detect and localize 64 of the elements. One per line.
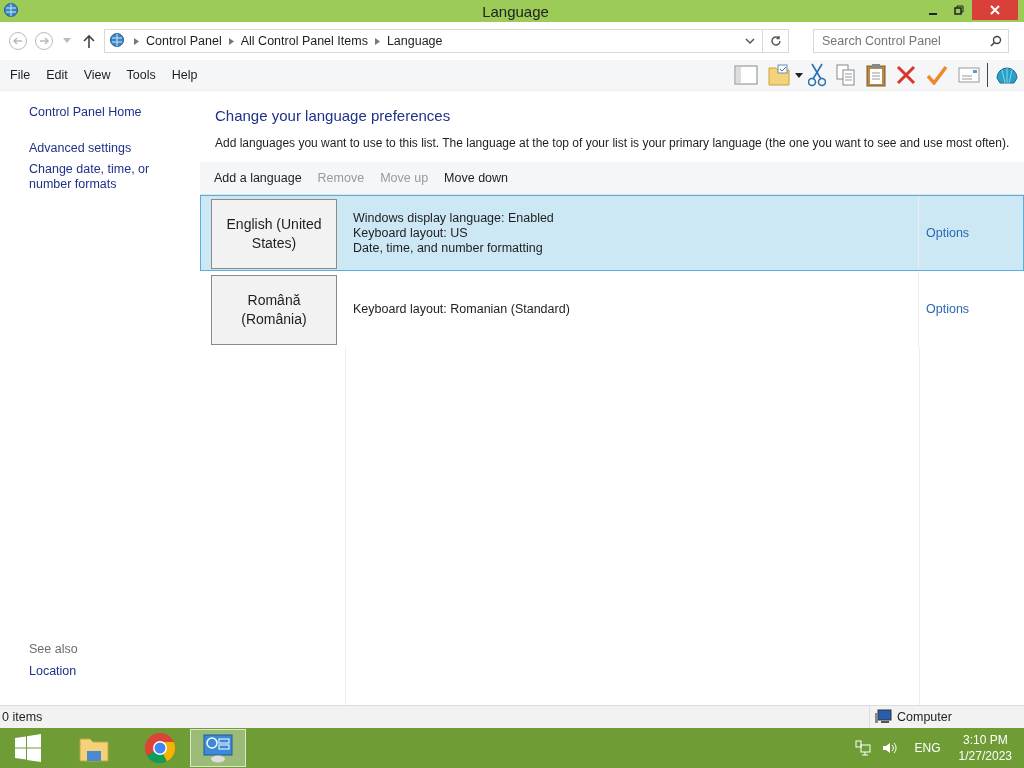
- clipboard-icon[interactable]: [866, 63, 886, 87]
- speaker-icon[interactable]: [880, 740, 897, 756]
- sidebar-link[interactable]: Control Panel Home: [29, 105, 200, 120]
- close-button[interactable]: [972, 0, 1018, 20]
- language-detail: Date, time, and number formatting: [353, 240, 544, 256]
- chevron-icon: [228, 37, 234, 45]
- menu-item[interactable]: View: [75, 68, 119, 82]
- forward-button[interactable]: [34, 31, 54, 51]
- sidebar-link[interactable]: Location: [29, 664, 200, 679]
- item-count: 0 items: [1, 710, 43, 724]
- search-field[interactable]: Search Control Panel: [813, 29, 1009, 53]
- envelope-icon[interactable]: [958, 67, 980, 83]
- address-bar[interactable]: Control Panel All Control Panel Items Language: [104, 29, 789, 53]
- language-detail: Keyboard layout: Romanian (Standard): [353, 301, 571, 317]
- control-panel-taskbar-button[interactable]: [190, 729, 246, 767]
- options-link[interactable]: Options: [926, 302, 970, 316]
- menu-item[interactable]: Tools: [118, 68, 164, 82]
- menu-item[interactable]: Help: [163, 68, 206, 82]
- description-text: Add languages you want to use to this list. The language at the top of your list is your primary language (the one you want to see and use most often).: [215, 136, 1011, 150]
- search-icon: [990, 35, 1002, 47]
- caret-icon[interactable]: [795, 72, 803, 78]
- command-button[interactable]: Move down: [436, 171, 517, 185]
- breadcrumb[interactable]: Control Panel: [146, 34, 222, 48]
- shell-icon[interactable]: [995, 64, 1019, 86]
- windows-logo-icon: [14, 734, 42, 762]
- copy-icon[interactable]: [836, 64, 856, 86]
- menu-item[interactable]: Edit: [38, 68, 76, 82]
- chevron-icon: [134, 37, 139, 45]
- dropdown-icon[interactable]: [745, 37, 755, 45]
- recent-pages-button[interactable]: [60, 38, 74, 44]
- scissors-icon[interactable]: [808, 63, 826, 87]
- language-detail: Keyboard layout: US: [353, 225, 469, 241]
- sidebar-link[interactable]: Advanced settings: [29, 141, 200, 156]
- network-icon[interactable]: [854, 740, 871, 756]
- close-icon: [990, 5, 1000, 15]
- folder-icon[interactable]: [768, 64, 790, 86]
- menu-item[interactable]: File: [2, 68, 39, 82]
- clock-date: 1/27/2023: [958, 748, 1012, 764]
- window-title: Language: [481, 2, 549, 20]
- language-detail: Windows display language: Enabled: [353, 210, 555, 226]
- refresh-icon: [769, 35, 782, 47]
- globe-icon: [109, 32, 127, 50]
- back-button[interactable]: [8, 31, 28, 51]
- chevron-icon: [374, 37, 380, 45]
- sidebar-link[interactable]: Change date, time, or number formats: [29, 162, 200, 192]
- checkmark-icon[interactable]: [926, 65, 948, 85]
- minimize-icon: [929, 13, 937, 15]
- clock-time: 3:10 PM: [962, 732, 1008, 748]
- see-also-label: See also: [29, 642, 79, 656]
- computer-icon: [874, 709, 892, 725]
- command-button[interactable]: Add a language: [206, 171, 310, 185]
- language-row[interactable]: English (United States) Windows display language: Enabled Keyboard layout: US Date, time, and number formatting Options: [200, 195, 1024, 271]
- restore-icon: [954, 5, 964, 15]
- pane-layout-icon[interactable]: [734, 65, 758, 85]
- language-row[interactable]: Română (România) Keyboard layout: Romanian (Standard) Options: [200, 271, 1024, 347]
- breadcrumb[interactable]: All Control Panel Items: [240, 34, 368, 48]
- breadcrumb[interactable]: Language: [386, 34, 443, 48]
- location-label: Computer: [896, 710, 952, 724]
- options-link[interactable]: Options: [926, 226, 970, 240]
- language-tile: English (United States): [211, 199, 337, 269]
- delete-icon[interactable]: [896, 65, 916, 85]
- globe-icon: [3, 2, 21, 20]
- language-tile: Română (România): [211, 275, 337, 345]
- page-heading: Change your language preferences: [215, 107, 452, 124]
